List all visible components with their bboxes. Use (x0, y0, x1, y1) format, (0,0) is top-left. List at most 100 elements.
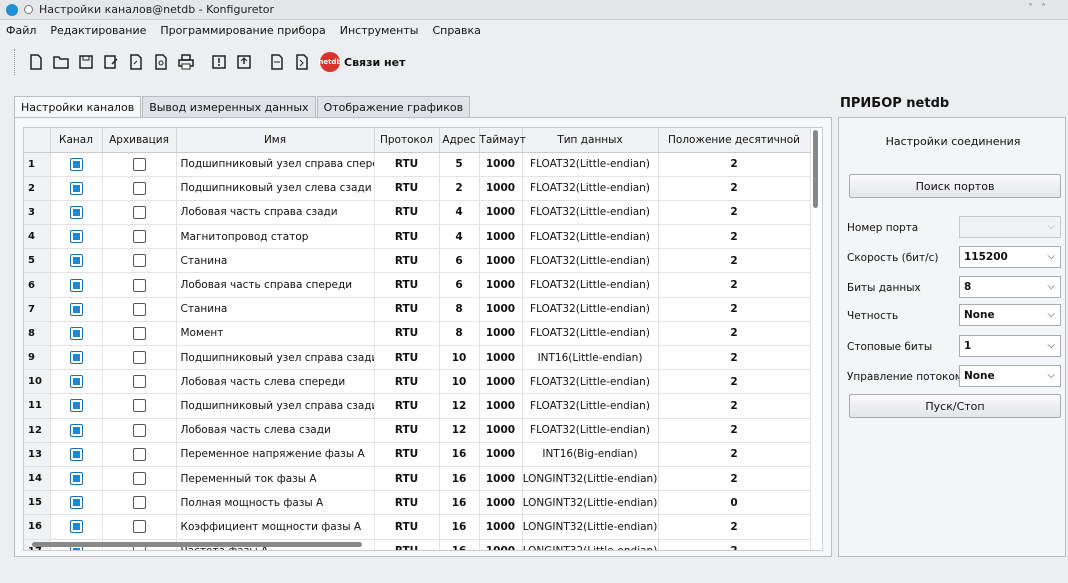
archive-checkbox[interactable] (132, 399, 146, 413)
table-row[interactable]: 7 Станина RTU 8 1000 FLOAT32(Little-endian) 2 (24, 297, 811, 322)
channel-checkbox[interactable] (69, 254, 83, 268)
archive-checkbox[interactable] (132, 375, 146, 389)
archive-checkbox[interactable] (132, 496, 146, 510)
table-row[interactable]: 3 Лобовая часть справа сзади RTU 4 1000 FLOAT… (24, 200, 811, 226)
download-from-device-icon[interactable] (208, 51, 230, 73)
table-row[interactable]: 5 Станина RTU 6 1000 FLOAT32(Little-endian) 2 (24, 248, 811, 274)
channel-checkbox[interactable] (69, 423, 83, 437)
data-type-cell[interactable]: FLOAT32(Little-endian) (522, 393, 659, 419)
channel-name-cell[interactable]: Станина (176, 248, 375, 274)
channel-checkbox[interactable] (69, 181, 83, 195)
address-cell[interactable]: 16 (439, 466, 480, 492)
channel-checkbox[interactable] (69, 472, 83, 486)
table-row[interactable]: 13 Переменное напряжение фазы А RTU 16 1000 I… (24, 442, 811, 467)
protocol-cell[interactable]: RTU (374, 272, 440, 298)
decimal-position-cell[interactable]: 2 (658, 418, 811, 443)
stop-bits-select[interactable]: 1 ⌵ (959, 335, 1061, 357)
channel-name-cell[interactable]: Момент (176, 321, 375, 347)
data-type-cell[interactable]: FLOAT32(Little-endian) (522, 248, 659, 274)
vertical-scrollbar[interactable] (812, 130, 820, 550)
data-type-cell[interactable]: INT16(Little-endian) (522, 345, 659, 371)
channel-name-cell[interactable]: Лобовая часть слева спереди (176, 369, 375, 395)
decimal-position-cell[interactable]: 2 (658, 248, 811, 274)
open-folder-icon[interactable] (50, 51, 72, 73)
decimal-position-cell[interactable]: 2 (658, 224, 811, 250)
protocol-cell[interactable]: RTU (374, 176, 440, 201)
menu-file[interactable]: Файл (6, 24, 36, 37)
channel-name-cell[interactable]: Подшипниковый узел справа сзади (176, 393, 375, 419)
archive-checkbox[interactable] (132, 302, 146, 316)
address-cell[interactable]: 16 (439, 490, 480, 516)
address-cell[interactable]: 4 (439, 200, 480, 226)
decimal-position-cell[interactable]: 2 (658, 514, 811, 540)
channel-checkbox[interactable] (69, 278, 83, 292)
tab-channel-settings[interactable]: Настройки каналов (14, 96, 142, 118)
table-row[interactable]: 12 Лобовая часть слева сзади RTU 12 1000 FLOA… (24, 418, 811, 443)
data-type-cell[interactable]: FLOAT32(Little-endian) (522, 369, 659, 395)
address-cell[interactable]: 10 (439, 345, 480, 371)
data-type-cell[interactable]: LONGINT32(Little-endian) (522, 514, 659, 540)
timeout-cell[interactable]: 1000 (479, 272, 523, 298)
decimal-position-cell[interactable]: 2 (658, 272, 811, 298)
column-header-data-type[interactable]: Тип данных (522, 128, 659, 153)
archive-checkbox[interactable] (132, 205, 146, 219)
print-icon[interactable] (175, 51, 197, 73)
address-cell[interactable]: 2 (439, 176, 480, 201)
protocol-cell[interactable]: RTU (374, 297, 440, 322)
archive-checkbox[interactable] (132, 351, 146, 365)
channel-name-cell[interactable]: Коэффициент мощности фазы А (176, 514, 375, 540)
archive-checkbox[interactable] (132, 254, 146, 268)
channel-name-cell[interactable]: Лобовая часть справа сзади (176, 200, 375, 226)
address-cell[interactable]: 16 (439, 514, 480, 540)
port-number-select[interactable]: ⌵ (959, 216, 1061, 238)
channel-name-cell[interactable]: Полная мощность фазы А (176, 490, 375, 516)
column-header-decimal-position[interactable]: Положение десятичной (658, 128, 811, 153)
decimal-position-cell[interactable]: 2 (658, 321, 811, 347)
channel-checkbox[interactable] (69, 326, 83, 340)
data-type-cell[interactable]: LONGINT32(Little-endian) (522, 539, 659, 550)
table-row[interactable]: 9 Подшипниковый узел справа сзади RTU 10 100… (24, 345, 811, 371)
timeout-cell[interactable]: 1000 (479, 442, 523, 467)
table-row[interactable]: 10 Лобовая часть слева спереди RTU 10 1000 FL… (24, 369, 811, 395)
table-row[interactable]: 15 Полная мощность фазы А RTU 16 1000 LONGINT… (24, 490, 811, 516)
data-type-cell[interactable]: FLOAT32(Little-endian) (522, 200, 659, 226)
channel-name-cell[interactable]: Магнитопровод статор (176, 224, 375, 250)
save-icon[interactable] (75, 51, 97, 73)
address-cell[interactable]: 6 (439, 248, 480, 274)
vertical-scroll-thumb[interactable] (813, 130, 818, 208)
archive-checkbox[interactable] (132, 423, 146, 437)
channel-name-cell[interactable]: Подшипниковый узел справа спере (176, 152, 375, 177)
protocol-cell[interactable]: RTU (374, 514, 440, 540)
archive-checkbox[interactable] (132, 181, 146, 195)
channel-checkbox[interactable] (69, 375, 83, 389)
data-type-cell[interactable]: FLOAT32(Little-endian) (522, 418, 659, 443)
channel-name-cell[interactable]: Станина (176, 297, 375, 322)
channel-checkbox[interactable] (69, 302, 83, 316)
decimal-position-cell[interactable]: 0 (658, 490, 811, 516)
protocol-cell[interactable]: RTU (374, 442, 440, 467)
channel-checkbox[interactable] (69, 205, 83, 219)
document-arrow-icon[interactable] (291, 51, 313, 73)
protocol-cell[interactable]: RTU (374, 345, 440, 371)
window-controls[interactable]: ˅˄ (1028, 3, 1054, 14)
archive-checkbox[interactable] (132, 447, 146, 461)
archive-checkbox[interactable] (132, 520, 146, 534)
archive-checkbox[interactable] (132, 157, 146, 171)
data-type-cell[interactable]: FLOAT32(Little-endian) (522, 297, 659, 322)
timeout-cell[interactable]: 1000 (479, 321, 523, 347)
protocol-cell[interactable]: RTU (374, 369, 440, 395)
tab-measured-data[interactable]: Вывод измеренных данных (142, 96, 316, 117)
menu-device-programming[interactable]: Программирование прибора (160, 24, 325, 37)
data-type-cell[interactable]: FLOAT32(Little-endian) (522, 152, 659, 177)
decimal-position-cell[interactable]: 2 (658, 297, 811, 322)
channel-checkbox[interactable] (69, 230, 83, 244)
timeout-cell[interactable]: 1000 (479, 514, 523, 540)
channel-checkbox[interactable] (69, 351, 83, 365)
column-header-timeout[interactable]: Таймаут (479, 128, 526, 153)
archive-checkbox[interactable] (132, 472, 146, 486)
timeout-cell[interactable]: 1000 (479, 490, 523, 516)
data-type-cell[interactable]: FLOAT32(Little-endian) (522, 272, 659, 298)
data-type-cell[interactable]: INT16(Big-endian) (522, 442, 659, 467)
data-type-cell[interactable]: FLOAT32(Little-endian) (522, 224, 659, 250)
column-header-channel[interactable]: Канал (50, 128, 103, 153)
